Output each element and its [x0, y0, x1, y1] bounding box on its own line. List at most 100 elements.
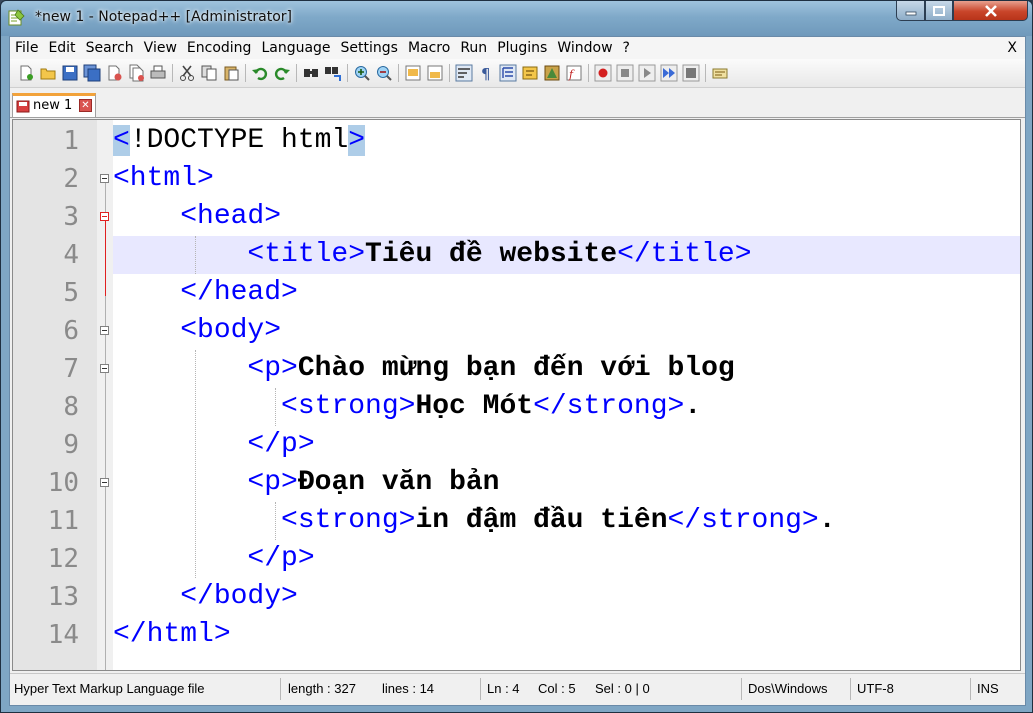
text-token: !DOCTYPE html: [129, 125, 349, 156]
close-window-button[interactable]: [953, 1, 1028, 21]
fold-toggle-icon[interactable]: [100, 478, 109, 487]
stop-record-icon[interactable]: [616, 64, 634, 82]
sync-horizontal-icon[interactable]: [426, 64, 444, 82]
redo-icon[interactable]: [273, 64, 291, 82]
close-all-icon[interactable]: [127, 64, 145, 82]
line-number: 1: [63, 126, 79, 156]
title-bar[interactable]: *new 1 - Notepad++ [Administrator]: [1, 1, 1032, 36]
save-all-icon[interactable]: [83, 64, 101, 82]
status-encoding[interactable]: UTF-8: [857, 674, 894, 704]
unsaved-file-icon: [16, 100, 30, 113]
find-icon[interactable]: [302, 64, 320, 82]
code-editor[interactable]: 1 2 3 4 5 6 7 8 9 10 11 12 13 14 <!DOCTYPE html> <html…: [12, 119, 1021, 671]
line-number: 13: [47, 582, 79, 612]
menu-run[interactable]: Run: [455, 37, 492, 59]
menu-search[interactable]: Search: [81, 37, 139, 59]
menu-plugins[interactable]: Plugins: [492, 37, 552, 59]
fold-toggle-icon[interactable]: [100, 326, 109, 335]
close-icon[interactable]: [105, 64, 123, 82]
spell-check-icon[interactable]: [711, 64, 729, 82]
print-icon[interactable]: [149, 64, 167, 82]
code-line[interactable]: </p>: [113, 426, 1020, 464]
record-macro-icon[interactable]: [594, 64, 612, 82]
close-document-button[interactable]: X: [1007, 37, 1017, 59]
code-line[interactable]: </body>: [113, 578, 1020, 616]
code-line[interactable]: <!DOCTYPE html>: [113, 122, 1020, 160]
line-number: 2: [63, 164, 79, 194]
menu-view[interactable]: View: [139, 37, 182, 59]
menu-macro[interactable]: Macro: [403, 37, 455, 59]
status-insert-mode[interactable]: INS: [977, 674, 999, 704]
code-area[interactable]: <!DOCTYPE html> <html> <head> <title>Tiêu…: [113, 120, 1020, 670]
code-line[interactable]: <p>Chào mừng bạn đến với blog: [113, 350, 1020, 388]
fold-line-active: [105, 220, 106, 296]
minimize-button[interactable]: [896, 1, 925, 21]
run-macro-multiple-icon[interactable]: [660, 64, 678, 82]
undo-icon[interactable]: [251, 64, 269, 82]
menu-settings[interactable]: Settings: [336, 37, 403, 59]
new-file-icon[interactable]: [17, 64, 35, 82]
line-number: 7: [63, 354, 79, 384]
line-number: 9: [63, 430, 79, 460]
fold-margin[interactable]: [97, 120, 113, 670]
code-line[interactable]: </head>: [113, 274, 1020, 312]
function-list-icon[interactable]: f: [565, 64, 583, 82]
fold-toggle-icon[interactable]: [100, 364, 109, 373]
code-line[interactable]: <strong>Học Mót</strong>.: [113, 388, 1020, 426]
user-defined-language-icon[interactable]: [521, 64, 539, 82]
sync-vertical-icon[interactable]: [404, 64, 422, 82]
html-tag-token: </strong>: [667, 505, 819, 536]
status-line-number: Ln : 4: [487, 681, 520, 696]
code-line[interactable]: <strong>in đậm đầu tiên</strong>.: [113, 502, 1020, 540]
menu-edit[interactable]: Edit: [43, 37, 80, 59]
menu-encoding[interactable]: Encoding: [182, 37, 257, 59]
html-tag-token: </p>: [247, 429, 315, 460]
show-all-chars-icon[interactable]: ¶: [477, 64, 495, 82]
fold-toggle-icon[interactable]: [100, 174, 109, 183]
indent-guide: [195, 236, 196, 274]
html-tag-token: <strong>: [281, 391, 416, 422]
code-line[interactable]: <head>: [113, 198, 1020, 236]
menu-language[interactable]: Language: [256, 37, 335, 59]
zoom-in-icon[interactable]: [353, 64, 371, 82]
word-wrap-icon[interactable]: [455, 64, 473, 82]
status-divider: [480, 678, 481, 700]
fold-toggle-icon[interactable]: [100, 212, 109, 221]
code-line[interactable]: <body>: [113, 312, 1020, 350]
cut-icon[interactable]: [178, 64, 196, 82]
save-icon[interactable]: [61, 64, 79, 82]
tab-new-1[interactable]: new 1 ✕: [12, 93, 96, 117]
tab-bar: new 1 ✕: [10, 88, 1025, 118]
toolbar-separator: [245, 64, 246, 82]
zoom-out-icon[interactable]: [375, 64, 393, 82]
replace-icon[interactable]: [324, 64, 342, 82]
open-file-icon[interactable]: [39, 64, 57, 82]
line-number: 14: [47, 620, 79, 650]
paste-icon[interactable]: [222, 64, 240, 82]
save-macro-icon[interactable]: [682, 64, 700, 82]
status-divider: [280, 678, 281, 700]
html-tag-token: </title>: [617, 239, 752, 270]
document-map-icon[interactable]: [543, 64, 561, 82]
code-line[interactable]: </html>: [113, 616, 1020, 654]
copy-icon[interactable]: [200, 64, 218, 82]
code-line[interactable]: <p>Đoạn văn bản: [113, 464, 1020, 502]
indent-guide-icon[interactable]: [499, 64, 517, 82]
toolbar-separator: [588, 64, 589, 82]
menu-window[interactable]: Window: [552, 37, 617, 59]
code-line[interactable]: </p>: [113, 540, 1020, 578]
text-token: Chào mừng bạn đến với blog: [297, 353, 735, 384]
code-line[interactable]: <title>Tiêu đề website</title>: [113, 236, 1020, 274]
tab-close-icon[interactable]: ✕: [79, 99, 92, 112]
maximize-button[interactable]: [925, 1, 953, 21]
code-line[interactable]: <html>: [113, 160, 1020, 198]
menu-file[interactable]: File: [10, 37, 43, 59]
notepad-plus-plus-icon[interactable]: [7, 9, 25, 27]
play-macro-icon[interactable]: [638, 64, 656, 82]
menu-help[interactable]: ?: [618, 37, 635, 59]
status-eol-format[interactable]: Dos\Windows: [748, 674, 827, 704]
text-token: Đoạn văn bản: [297, 467, 500, 498]
